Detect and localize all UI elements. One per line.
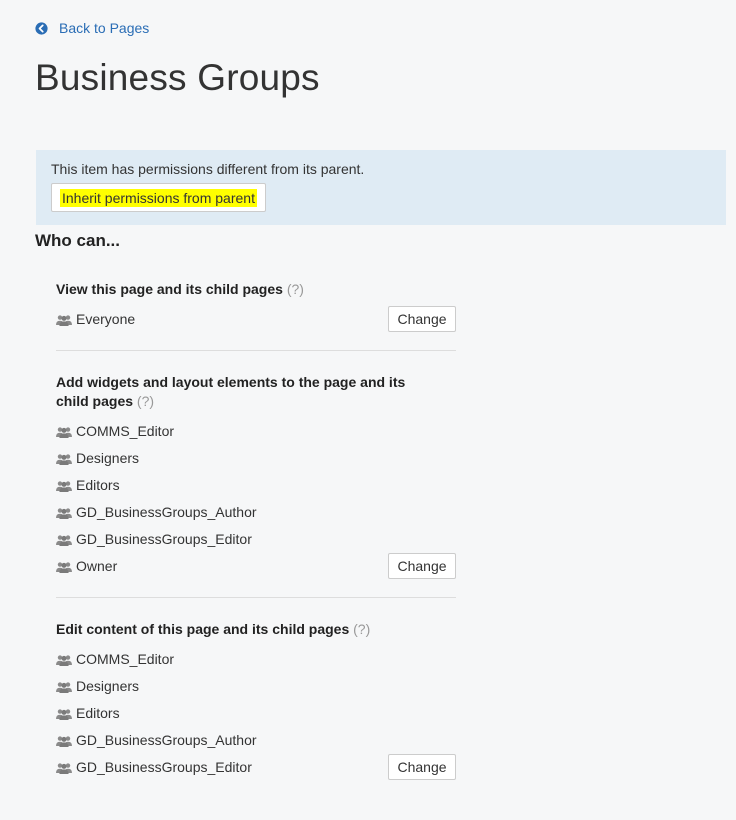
user-group-icon (56, 313, 72, 326)
permission-title-text: Add widgets and layout elements to the p… (56, 374, 406, 409)
group-name: Owner (76, 557, 118, 574)
group-row: COMMS_Editor (56, 417, 456, 444)
who-can-heading: Who can... (35, 231, 120, 250)
page-title: Business Groups (35, 57, 320, 98)
permission-section: Edit content of this page and its child … (56, 620, 456, 798)
group-row: GD_BusinessGroups_Editor (56, 525, 456, 552)
group-row: Editors (56, 471, 456, 498)
permission-title-text: Edit content of this page and its child … (56, 621, 350, 637)
group-row: Owner Change (56, 552, 456, 579)
group-row: Designers (56, 444, 456, 471)
group-name: Designers (76, 677, 140, 694)
group-name: GD_BusinessGroups_Editor (76, 530, 252, 547)
group-row: Everyone Change (56, 305, 456, 332)
permission-section: View this page and its child pages (?) Ev… (56, 280, 456, 351)
user-group-icon (56, 707, 72, 720)
group-row: GD_BusinessGroups_Author (56, 726, 456, 753)
permission-section-title: View this page and its child pages (?) (56, 280, 436, 299)
permission-section-title: Edit content of this page and its child … (56, 620, 436, 639)
group-row: Editors (56, 699, 456, 726)
inherit-permissions-button[interactable]: Inherit permissions from parent (51, 183, 266, 212)
permission-section-title: Add widgets and layout elements to the p… (56, 373, 436, 411)
group-row: GD_BusinessGroups_Author (56, 498, 456, 525)
user-group-icon (56, 506, 72, 519)
user-group-icon (56, 734, 72, 747)
group-name: Designers (76, 449, 140, 466)
user-group-icon (56, 680, 72, 693)
group-row: GD_BusinessGroups_Editor Change (56, 753, 456, 780)
group-name: Editors (76, 704, 120, 721)
permissions-list: View this page and its child pages (?) Ev… (56, 280, 456, 820)
permission-title-text: View this page and its child pages (56, 281, 283, 297)
group-name: GD_BusinessGroups_Editor (76, 758, 252, 775)
change-permission-button[interactable]: Change (388, 552, 456, 579)
group-row: Designers (56, 672, 456, 699)
group-name: GD_BusinessGroups_Author (76, 503, 257, 520)
notice-text: This item has permissions different from… (51, 161, 365, 177)
help-link[interactable]: (?) (137, 393, 154, 409)
inherit-permissions-label: Inherit permissions from parent (60, 188, 257, 207)
group-name: COMMS_Editor (76, 422, 175, 439)
user-group-icon (56, 560, 72, 573)
user-group-icon (56, 653, 72, 666)
user-group-icon (56, 761, 72, 774)
back-to-pages-link[interactable]: Back to Pages (35, 20, 149, 36)
back-link-label: Back to Pages (59, 20, 150, 36)
group-name: GD_BusinessGroups_Author (76, 731, 257, 748)
user-group-icon (56, 533, 72, 546)
arrow-circle-left-icon (35, 21, 48, 35)
group-row: COMMS_Editor (56, 645, 456, 672)
permissions-notice: This item has permissions different from… (36, 150, 726, 225)
change-permission-button[interactable]: Change (388, 753, 456, 780)
group-name: COMMS_Editor (76, 650, 175, 667)
change-permission-button[interactable]: Change (388, 305, 456, 332)
help-link[interactable]: (?) (287, 281, 304, 297)
user-group-icon (56, 425, 72, 438)
permission-section: Add widgets and layout elements to the p… (56, 373, 456, 598)
help-link[interactable]: (?) (353, 621, 370, 637)
group-name: Editors (76, 476, 120, 493)
user-group-icon (56, 452, 72, 465)
user-group-icon (56, 479, 72, 492)
group-name: Everyone (76, 310, 136, 327)
